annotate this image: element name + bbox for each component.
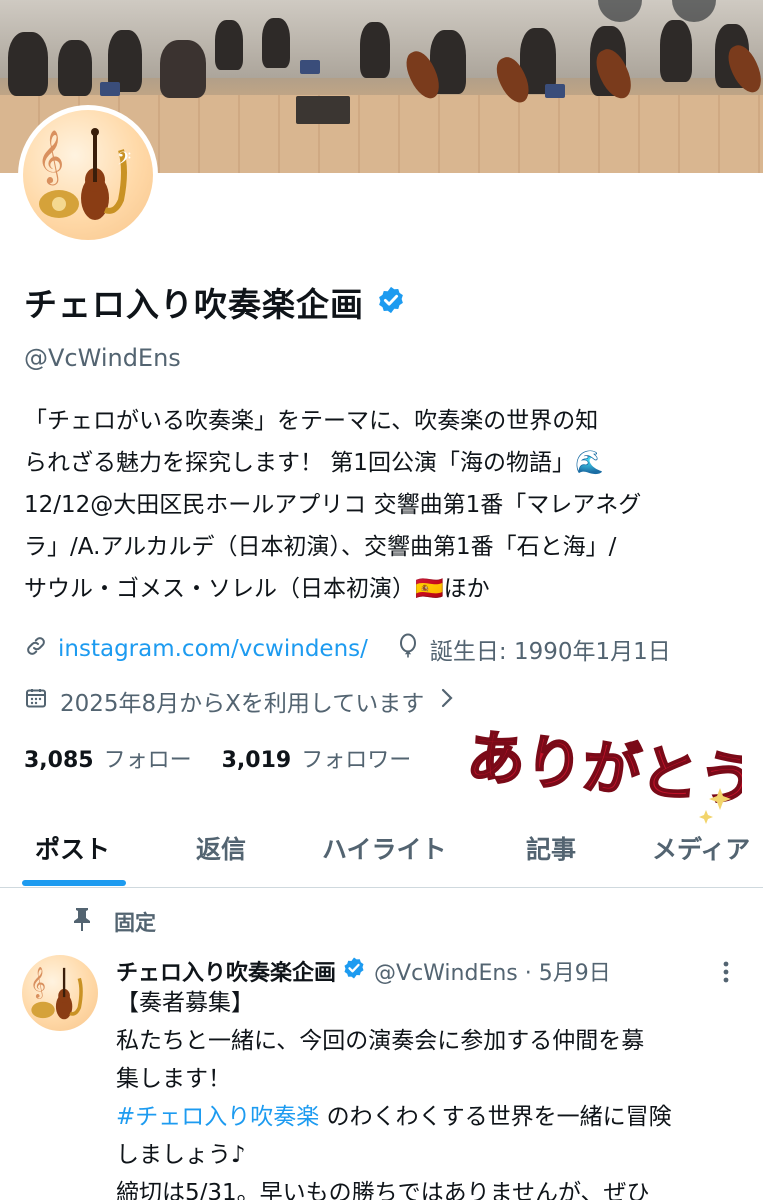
svg-text:𝄞: 𝄞	[30, 966, 46, 999]
bio-line: 「チェロがいる吹奏楽」をテーマに、吹奏楽の世界の知	[24, 408, 599, 434]
balloon-icon	[396, 633, 420, 665]
more-options-icon[interactable]	[716, 958, 736, 986]
banner-musician	[215, 20, 243, 70]
following-link[interactable]: 3,085 フォロー	[24, 742, 192, 774]
followers-count: 3,019	[221, 748, 292, 773]
pinned-indicator: 固定	[72, 906, 156, 937]
post-line: 締切は5/31。早いもの勝ちではありませんが、ぜひ	[116, 1180, 650, 1200]
banner-musician	[360, 22, 390, 78]
tab-posts[interactable]: ポスト	[35, 830, 110, 866]
hashtag-link[interactable]: #チェロ入り吹奏楽	[116, 1104, 319, 1130]
post-handle-date[interactable]: @VcWindEns · 5月9日	[374, 955, 611, 987]
bio-line: 12/12@大田区民ホールアプリコ 交響曲第1番「マレアネグ	[24, 492, 642, 518]
profile-website-link[interactable]: instagram.com/vcwindens/	[58, 636, 368, 662]
link-icon	[24, 634, 48, 664]
following-count: 3,085	[24, 748, 94, 773]
post-line-text: のわくわくする世界を一緒に冒険	[326, 1104, 672, 1130]
banner-conductor-podium	[296, 96, 350, 124]
svg-text:𝄢: 𝄢	[117, 149, 131, 174]
profile-handle: @VcWindEns	[24, 344, 181, 372]
banner-chair	[545, 84, 565, 98]
profile-bio: 「チェロがいる吹奏楽」をテーマに、吹奏楽の世界の知 られざる魅力を探究します！ …	[24, 400, 744, 610]
banner-musician	[58, 40, 92, 96]
following-label: フォロー	[103, 748, 192, 773]
banner-chair	[100, 82, 120, 96]
post-line: 【奏者募集】	[116, 990, 254, 1016]
banner-chair	[300, 60, 320, 74]
sticker-text: ありがとう	[464, 722, 742, 815]
post-text[interactable]: 【奏者募集】 私たちと一緒に、今回の演奏会に参加する仲間を募 集します！ #チェ…	[116, 984, 746, 1200]
bio-line: ラ」/A.アルカルデ（日本初演）、交響曲第1番「石と海」/	[24, 534, 617, 560]
post-author-name[interactable]: チェロ入り吹奏楽企画	[116, 955, 336, 987]
profile-avatar[interactable]: 𝄞 𝄢	[18, 105, 158, 245]
bio-line: られざる魅力を探究します！ 第1回公演「海の物語」🌊	[24, 450, 604, 476]
profile-joined-row[interactable]: 2025年8月からXを利用しています	[24, 684, 454, 718]
banner-musician	[160, 40, 206, 98]
followers-label: フォロワー	[301, 748, 412, 773]
pin-icon	[72, 906, 92, 937]
banner-musician	[262, 18, 290, 68]
tab-articles[interactable]: 記事	[526, 830, 576, 866]
post-line: 集します！	[116, 1066, 231, 1092]
tab-replies[interactable]: 返信	[196, 830, 246, 866]
tab-highlights[interactable]: ハイライト	[322, 830, 447, 866]
profile-joined-date: 2025年8月からXを利用しています	[60, 691, 425, 717]
post-line: 私たちと一緒に、今回の演奏会に参加する仲間を募	[116, 1028, 645, 1054]
verified-badge-icon	[342, 956, 366, 986]
profile-birthday: 誕生日: 1990年1月1日	[429, 639, 671, 665]
pinned-label: 固定	[114, 910, 156, 935]
follow-stats: 3,085 フォロー 3,019 フォロワー	[24, 742, 411, 774]
post-header: チェロ入り吹奏楽企画 @VcWindEns · 5月9日	[116, 955, 611, 987]
calendar-icon	[24, 686, 48, 716]
profile-tabs: ポスト 返信 ハイライト 記事 メディア	[0, 812, 763, 888]
profile-name: チェロ入り吹奏楽企画	[24, 285, 364, 324]
verified-badge-icon[interactable]	[376, 285, 406, 319]
banner-musician	[8, 32, 48, 96]
post-line: しましょう♪	[116, 1142, 246, 1168]
followers-link[interactable]: 3,019 フォロワー	[222, 742, 412, 774]
profile-name-row: チェロ入り吹奏楽企画	[24, 278, 406, 326]
banner-musician	[660, 20, 692, 82]
bio-line: サウル・ゴメス・ソレル（日本初演）🇪🇸ほか	[24, 576, 490, 602]
profile-meta-row: instagram.com/vcwindens/ 誕生日: 1990年1月1日	[24, 632, 671, 666]
svg-text:𝄞: 𝄞	[37, 129, 64, 185]
tab-media[interactable]: メディア	[652, 830, 750, 866]
post-author-avatar[interactable]: 𝄞	[22, 955, 98, 1031]
avatar-image: 𝄞 𝄢	[23, 110, 153, 240]
chevron-right-icon	[440, 687, 454, 715]
post-line: #チェロ入り吹奏楽 のわくわくする世界を一緒に冒険	[116, 1098, 746, 1136]
active-tab-indicator	[22, 880, 126, 886]
